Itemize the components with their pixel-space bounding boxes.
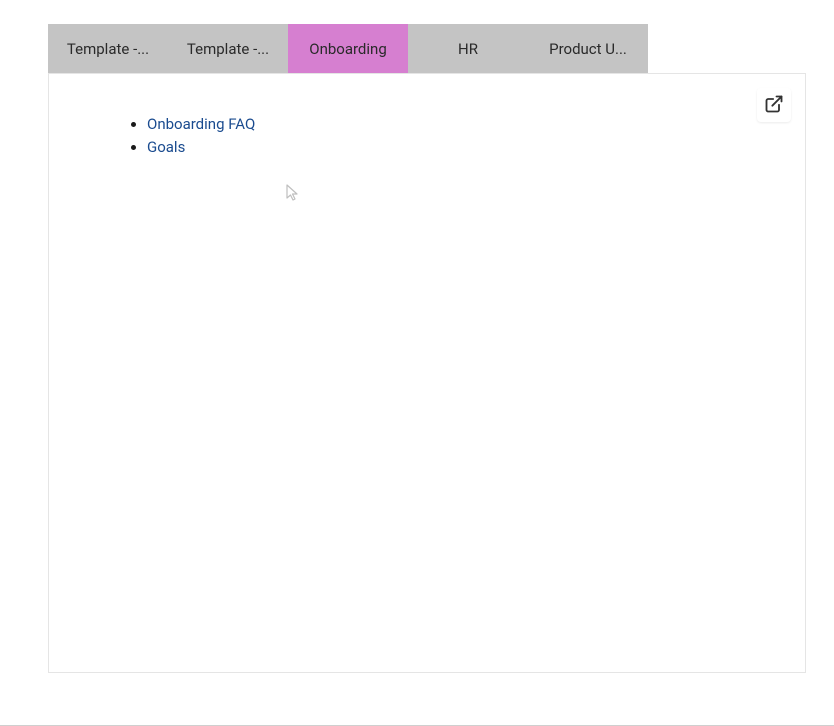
list-item: Goals	[147, 137, 765, 158]
tab-label: Template -...	[187, 40, 269, 58]
expand-button[interactable]	[757, 88, 791, 122]
link-onboarding-faq[interactable]: Onboarding FAQ	[147, 115, 255, 133]
tab-onboarding[interactable]: Onboarding	[288, 24, 408, 73]
list-item: Onboarding FAQ	[147, 114, 765, 135]
tab-template-1[interactable]: Template -...	[48, 24, 168, 73]
tab-hr[interactable]: HR	[408, 24, 528, 73]
tab-template-2[interactable]: Template -...	[168, 24, 288, 73]
tab-product-u[interactable]: Product U...	[528, 24, 648, 73]
tab-label: Product U...	[549, 40, 627, 58]
links-list: Onboarding FAQ Goals	[89, 114, 765, 158]
tab-label: Onboarding	[309, 40, 387, 58]
tabs-bar: Template -... Template -... Onboarding H…	[48, 24, 834, 73]
content-panel: Onboarding FAQ Goals	[48, 73, 806, 673]
external-link-icon	[764, 94, 784, 117]
tab-label: Template -...	[67, 40, 149, 58]
tab-label: HR	[458, 40, 478, 58]
link-goals[interactable]: Goals	[147, 138, 185, 156]
